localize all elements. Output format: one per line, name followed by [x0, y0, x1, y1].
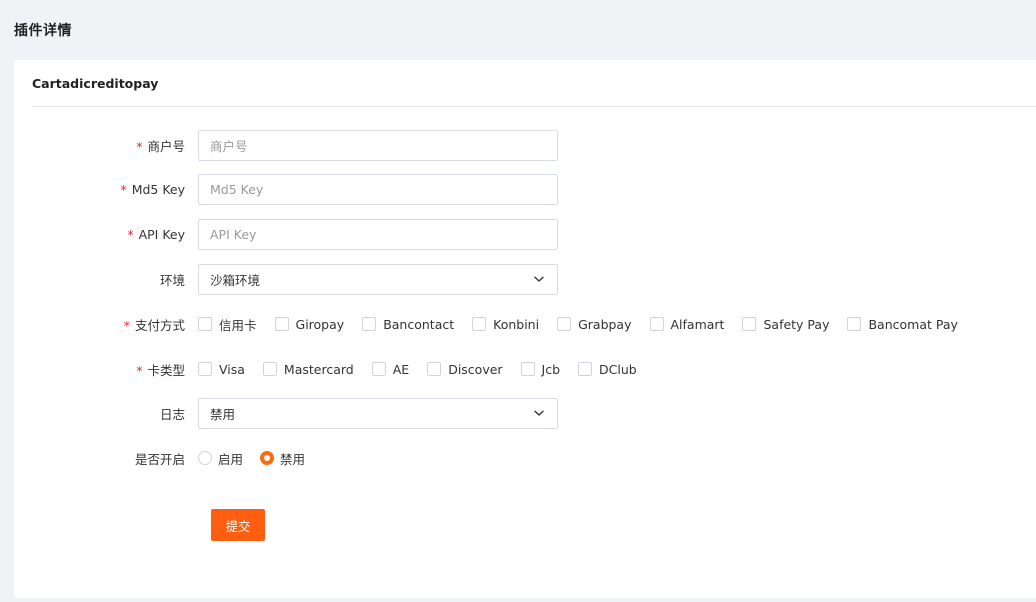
checkbox[interactable] — [649, 317, 664, 331]
card-type-option[interactable]: AE — [371, 362, 409, 377]
card-type-option[interactable]: Discover — [427, 362, 503, 377]
payment-method-option[interactable]: Safety Pay — [742, 317, 829, 332]
checkbox[interactable] — [742, 317, 757, 331]
md5-key-row: * Md5 Key Md5 Key — [14, 173, 558, 205]
payment-method-option[interactable]: Bancomat Pay — [847, 317, 958, 332]
environment-select[interactable]: 沙箱环境 — [198, 263, 558, 295]
page-title: 插件详情 — [14, 23, 72, 39]
required-mark: * — [127, 226, 134, 242]
checkbox[interactable] — [198, 362, 212, 376]
required-mark: * — [123, 317, 130, 333]
enabled-label: 是否开启 — [134, 451, 185, 467]
payment-method-option[interactable]: 信用卡 — [198, 315, 257, 334]
required-mark: * — [120, 181, 127, 197]
api-key-input[interactable]: API Key — [198, 218, 558, 250]
api-key-row: * API Key API Key — [14, 218, 558, 250]
chevron-down-icon — [534, 276, 544, 282]
log-selected: 禁用 — [210, 406, 236, 422]
card-type-option[interactable]: Jcb — [520, 362, 560, 377]
card-type-option[interactable]: DClub — [578, 362, 637, 377]
payment-method-option[interactable]: Grabpay — [557, 317, 632, 332]
checkbox[interactable] — [362, 317, 377, 331]
radio-button[interactable] — [198, 451, 212, 465]
radio-button-selected[interactable] — [260, 451, 275, 465]
card-header: Cartadicreditopay — [32, 60, 1036, 107]
payment-method-option[interactable]: Konbini — [472, 317, 539, 332]
payment-method-option[interactable]: Giropay — [274, 317, 344, 332]
checkbox[interactable] — [472, 317, 487, 331]
enable-radio-option[interactable]: 启用 — [198, 449, 243, 468]
log-select[interactable]: 禁用 — [198, 397, 558, 429]
card-types-options: Visa Mastercard AE Discover Jcb DClub — [198, 362, 655, 377]
card-type-option[interactable]: Mastercard — [262, 362, 354, 377]
card-types-row: * 卡类型 Visa Mastercard AE Discover Jcb DCl… — [14, 353, 655, 385]
checkbox[interactable] — [371, 362, 386, 376]
md5-key-input[interactable]: Md5 Key — [198, 173, 558, 205]
log-row: 日志 禁用 — [14, 397, 558, 429]
required-mark: * — [136, 138, 143, 154]
payment-method-option[interactable]: Alfamart — [649, 317, 724, 332]
md5-key-label: * Md5 Key — [120, 181, 185, 197]
merchant-no-row: * 商户号 商户号 — [14, 129, 558, 161]
enabled-options: 启用 禁用 — [198, 449, 322, 468]
payment-method-option[interactable]: Bancontact — [362, 317, 454, 332]
checkbox[interactable] — [557, 317, 572, 331]
payment-methods-label: * 支付方式 — [123, 317, 185, 333]
disable-radio-option[interactable]: 禁用 — [260, 449, 305, 468]
submit-button[interactable]: 提交 — [211, 509, 265, 541]
checkbox[interactable] — [274, 317, 289, 331]
enabled-row: 是否开启 启用 禁用 — [14, 442, 322, 474]
required-mark: * — [136, 362, 143, 378]
card-type-option[interactable]: Visa — [198, 362, 245, 377]
checkbox[interactable] — [578, 362, 593, 376]
checkbox[interactable] — [847, 317, 862, 331]
chevron-down-icon — [534, 410, 544, 416]
payment-methods-row: * 支付方式 信用卡 Giropay Bancontact Konbini Gra… — [14, 308, 976, 340]
card-title: Cartadicreditopay — [32, 75, 159, 91]
environment-selected: 沙箱环境 — [210, 272, 261, 288]
checkbox[interactable] — [198, 317, 212, 331]
page-header: 插件详情 — [0, 0, 1036, 60]
checkbox[interactable] — [262, 362, 277, 376]
checkbox[interactable] — [520, 362, 535, 376]
checkbox[interactable] — [427, 362, 442, 376]
environment-row: 环境 沙箱环境 — [14, 263, 558, 295]
payment-methods-options: 信用卡 Giropay Bancontact Konbini Grabpay A… — [198, 315, 976, 334]
plugin-card: Cartadicreditopay * 商户号 商户号 * Md5 Key Md5 … — [14, 60, 1036, 598]
environment-label: 环境 — [159, 272, 185, 288]
merchant-no-label: * 商户号 — [136, 138, 185, 154]
card-types-label: * 卡类型 — [136, 362, 185, 378]
api-key-label: * API Key — [127, 226, 185, 242]
log-label: 日志 — [159, 406, 185, 422]
merchant-no-input[interactable]: 商户号 — [198, 129, 558, 161]
